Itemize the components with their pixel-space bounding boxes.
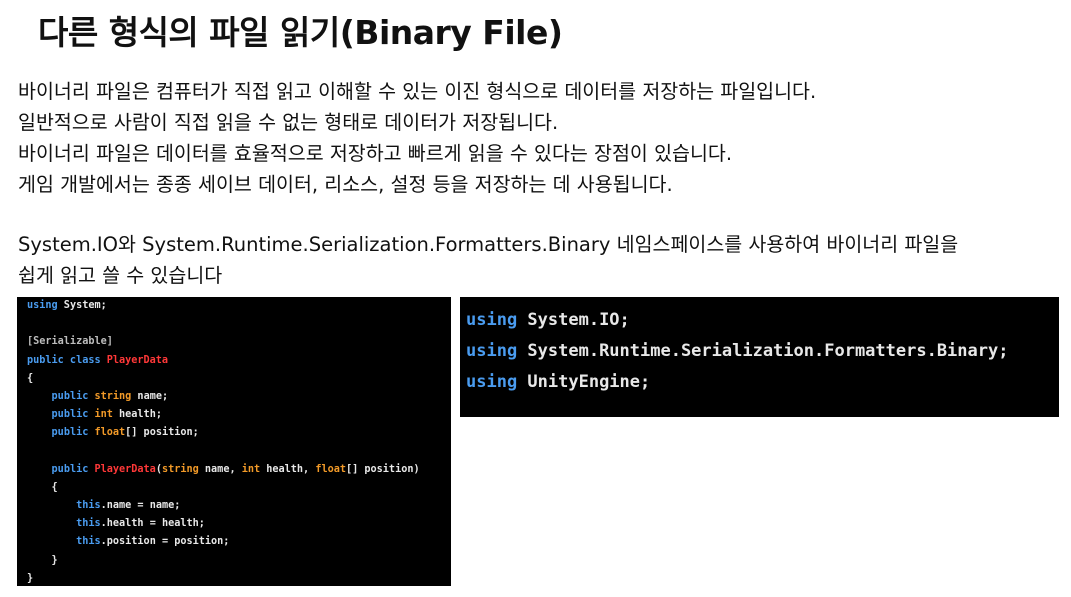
code-line: this.name = name; xyxy=(27,497,451,515)
code-token: this xyxy=(76,518,101,530)
code-token: int xyxy=(94,409,113,421)
code-token: { xyxy=(27,372,34,384)
code-line: public float[] position; xyxy=(27,424,451,442)
code-token: [Serializable] xyxy=(27,336,113,348)
code-line: public PlayerData(string name, int healt… xyxy=(27,461,451,479)
code-token: public class xyxy=(27,354,107,366)
code-line: public class PlayerData xyxy=(27,352,451,370)
code-token: } xyxy=(27,572,34,584)
code-token: health; xyxy=(112,409,162,421)
code-token: public xyxy=(51,463,95,475)
code-line: this.health = health; xyxy=(27,515,451,533)
code-token: public xyxy=(51,409,95,421)
code-token: .name = name; xyxy=(100,500,181,512)
code-token: float xyxy=(94,427,126,439)
code-token: string xyxy=(94,390,132,402)
description-line: 게임 개발에서는 종종 세이브 데이터, 리소스, 설정 등을 저장하는 데 사… xyxy=(18,173,673,196)
code-token: UnityEngine; xyxy=(517,372,651,392)
code-token: using xyxy=(27,300,58,311)
code-line: using System.Runtime.Serialization.Forma… xyxy=(466,336,1059,367)
code-token: string xyxy=(161,463,199,475)
namespace-note-line: 쉽게 읽고 쓸 수 있습니다 xyxy=(18,264,223,287)
code-line: } xyxy=(27,570,451,586)
code-line: using System.IO; xyxy=(466,305,1059,336)
code-line: using System; xyxy=(27,297,451,315)
code-line: public string name; xyxy=(27,388,451,406)
code-token: float xyxy=(315,463,346,475)
code-line: this.position = position; xyxy=(27,533,451,551)
code-token: health, xyxy=(260,463,316,475)
code-line: } xyxy=(27,552,451,570)
code-token: name, xyxy=(198,463,242,475)
code-token: } xyxy=(27,554,58,566)
code-token: .health = health; xyxy=(100,518,205,530)
code-token: public xyxy=(51,390,95,402)
namespace-note-line: System.IO와 System.Runtime.Serialization.… xyxy=(18,233,959,256)
code-token: name; xyxy=(131,390,169,402)
code-line: using UnityEngine; xyxy=(466,367,1059,398)
player-data-code-block: using System; [Serializable] public class… xyxy=(17,297,451,586)
code-token: System.Runtime.Serialization.Formatters.… xyxy=(517,341,1009,361)
code-token: PlayerData xyxy=(94,463,156,475)
description-paragraph: 바이너리 파일은 컴퓨터가 직접 읽고 이해할 수 있는 이진 형식으로 데이터… xyxy=(18,76,1063,200)
code-line: { xyxy=(27,370,451,388)
code-token: this xyxy=(76,500,101,512)
code-token: System; xyxy=(57,300,107,311)
code-token: System.IO; xyxy=(517,310,630,330)
code-token: [] position; xyxy=(125,427,199,439)
code-token: .position = position; xyxy=(100,536,230,548)
code-line: [Serializable] xyxy=(27,333,451,351)
code-token: using xyxy=(466,372,518,392)
code-token: PlayerData xyxy=(106,354,169,366)
code-token: using xyxy=(466,341,518,361)
code-token: public xyxy=(51,427,95,439)
namespace-note: System.IO와 System.Runtime.Serialization.… xyxy=(18,229,1063,291)
code-token: { xyxy=(27,481,58,493)
description-line: 바이너리 파일은 컴퓨터가 직접 읽고 이해할 수 있는 이진 형식으로 데이터… xyxy=(18,80,817,103)
using-directives-code-block: using System.IO; using System.Runtime.Ser… xyxy=(460,297,1059,417)
description-line: 바이너리 파일은 데이터를 효율적으로 저장하고 빠르게 읽을 수 있다는 장점… xyxy=(18,142,733,165)
code-line: { xyxy=(27,479,451,497)
code-line: public int health; xyxy=(27,406,451,424)
code-token: this xyxy=(76,536,101,548)
code-token: int xyxy=(241,463,261,475)
code-token: using xyxy=(466,310,518,330)
description-line: 일반적으로 사람이 직접 읽을 수 없는 형태로 데이터가 저장됩니다. xyxy=(18,111,559,134)
page-title: 다른 형식의 파일 읽기(Binary File) xyxy=(38,13,563,52)
code-token: [] position) xyxy=(346,463,420,475)
